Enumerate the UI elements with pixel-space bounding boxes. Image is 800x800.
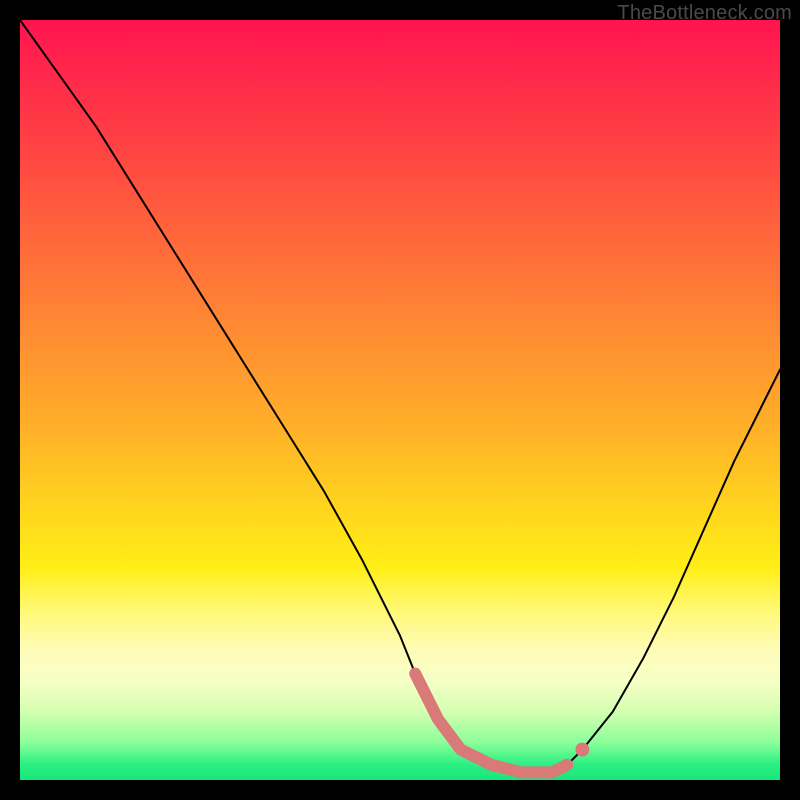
- chart-frame: TheBottleneck.com: [0, 0, 800, 800]
- curve-svg: [20, 20, 780, 780]
- highlight-segment: [415, 674, 567, 773]
- watermark-text: TheBottleneck.com: [617, 2, 792, 25]
- bottleneck-curve: [20, 20, 780, 772]
- highlight-end-dot: [575, 743, 589, 757]
- plot-area: [20, 20, 780, 780]
